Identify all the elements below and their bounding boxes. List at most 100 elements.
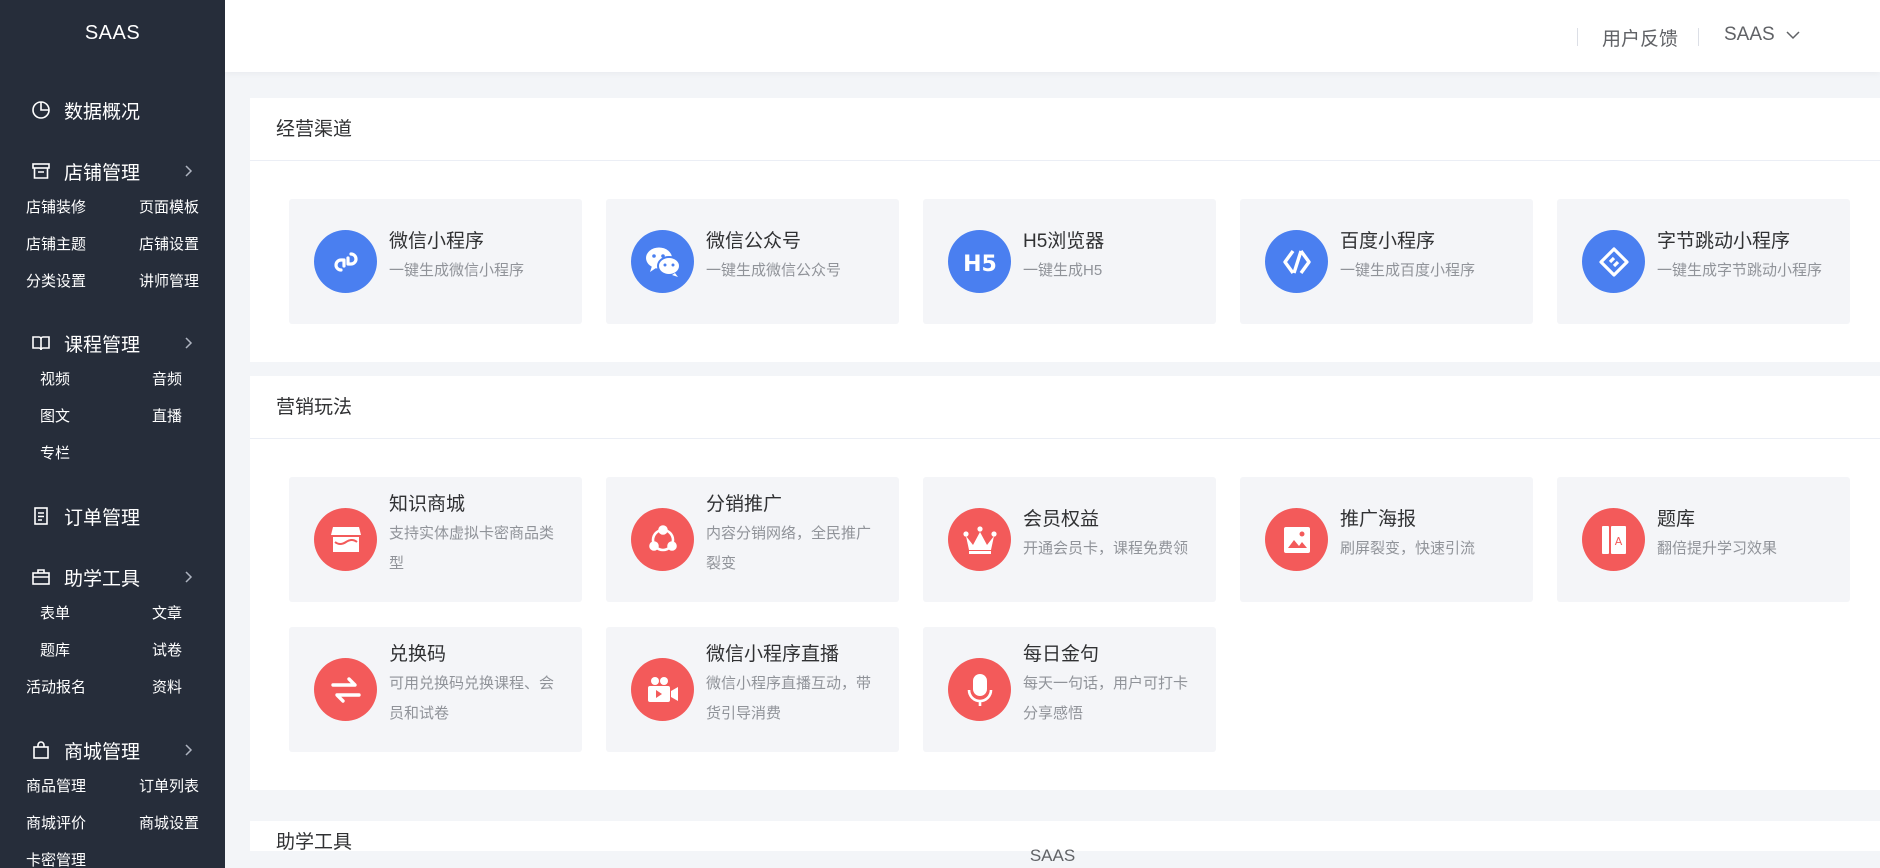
card-desc: 可用兑换码兑换课程、会员和试卷 — [389, 675, 555, 722]
account-name: SAAS — [1724, 24, 1775, 46]
card-desc: 一键生成微信公众号 — [706, 262, 842, 279]
card-title: 每日金句 — [1023, 644, 1100, 665]
chevron-right-icon — [181, 164, 195, 178]
submenu-store-settings[interactable]: 店铺设置 — [112, 226, 225, 263]
submenu-column[interactable]: 专栏 — [0, 435, 112, 472]
live-camera-icon — [631, 658, 694, 721]
submenu-card-key-management[interactable]: 卡密管理 — [0, 842, 112, 868]
card-title: 推广海报 — [1340, 509, 1417, 530]
submenu-question-bank[interactable]: 题库 — [0, 632, 112, 669]
submenu-video[interactable]: 视频 — [0, 361, 112, 398]
menu-tools: 助学工具 表单 文章 题库 试卷 活动报名 资料 — [0, 559, 225, 706]
crown-icon — [948, 508, 1011, 571]
share-icon — [631, 508, 694, 571]
menu-course: 课程管理 视频 音频 图文 直播 专栏 — [0, 325, 225, 472]
marketing-card-knowledge-store[interactable]: 知识商城 支持实体虚拟卡密商品类型 — [289, 477, 582, 602]
menu-label-overview: 数据概况 — [64, 101, 141, 123]
submenu-product-management[interactable]: 商品管理 — [0, 768, 112, 805]
menu-title-store[interactable]: 店铺管理 — [0, 153, 225, 189]
chevron-down-icon — [1786, 24, 1800, 46]
submenu-form[interactable]: 表单 — [0, 595, 112, 632]
menu-title-overview[interactable]: 数据概况 — [0, 92, 225, 128]
card-title: 知识商城 — [389, 494, 466, 515]
card-desc: 一键生成字节跳动小程序 — [1657, 262, 1823, 279]
card-desc: 微信小程序直播互动，带货引导消费 — [706, 675, 872, 722]
app-logo[interactable]: SAAS — [0, 0, 225, 66]
submenu-audio[interactable]: 音频 — [112, 361, 225, 398]
menu-title-tools[interactable]: 助学工具 — [0, 559, 225, 595]
card-title: 兑换码 — [389, 644, 447, 665]
submenu-materials[interactable]: 资料 — [112, 669, 225, 706]
header-divider — [1698, 28, 1699, 46]
card-title: H5浏览器 — [1023, 231, 1105, 252]
card-title: 题库 — [1657, 509, 1696, 530]
submenu-store-theme[interactable]: 店铺主题 — [0, 226, 112, 263]
card-title: 微信小程序直播 — [706, 644, 840, 665]
poster-icon — [1265, 508, 1328, 571]
question-bank-icon: A — [1582, 508, 1645, 571]
marketing-card-question-bank[interactable]: A 题库 翻倍提升学习效果 — [1557, 477, 1850, 602]
channel-card-wechat-official[interactable]: 微信公众号 一键生成微信公众号 — [606, 199, 899, 324]
exchange-icon — [314, 658, 377, 721]
submenu-mall-reviews[interactable]: 商城评价 — [0, 805, 112, 842]
submenu-page-template[interactable]: 页面模板 — [112, 189, 225, 226]
card-title: 微信小程序 — [389, 231, 485, 252]
channel-card-wechat-mini[interactable]: 微信小程序 一键生成微信小程序 — [289, 199, 582, 324]
submenu-category-settings[interactable]: 分类设置 — [0, 263, 112, 300]
marketing-card-mini-live[interactable]: 微信小程序直播 微信小程序直播互动，带货引导消费 — [606, 627, 899, 752]
marketing-card-distribution[interactable]: 分销推广 内容分销网络，全民推广裂变 — [606, 477, 899, 602]
submenu-event-signup[interactable]: 活动报名 — [0, 669, 112, 706]
submenu-article[interactable]: 图文 — [0, 398, 112, 435]
svg-text:H5: H5 — [963, 252, 997, 277]
briefcase-icon — [30, 566, 52, 588]
marketing-card-daily-quote[interactable]: 每日金句 每天一句话，用户可打卡分享感悟 — [923, 627, 1216, 752]
channels-panel: 经营渠道 微信小程序 一键生成微信小程序 微信公众号 一键生成微信公众号 H5 … — [250, 98, 1880, 362]
submenu-live[interactable]: 直播 — [112, 398, 225, 435]
menu-store: 店铺管理 店铺装修 页面模板 店铺主题 店铺设置 分类设置 讲师管理 — [0, 153, 225, 300]
submenu-order-list[interactable]: 订单列表 — [112, 768, 225, 805]
menu-overview[interactable]: 数据概况 — [0, 92, 225, 128]
submenu-lecturer-management[interactable]: 讲师管理 — [112, 263, 225, 300]
menu-title-course[interactable]: 课程管理 — [0, 325, 225, 361]
menu-orders: 订单管理 — [0, 498, 225, 534]
menu-title-orders[interactable]: 订单管理 — [0, 498, 225, 534]
page-footer: SAAS — [1029, 846, 1076, 865]
marketing-card-membership[interactable]: 会员权益 开通会员卡，课程免费领 — [923, 477, 1216, 602]
channel-card-baidu[interactable]: 百度小程序 一键生成百度小程序 — [1240, 199, 1533, 324]
submenu-mall-settings[interactable]: 商城设置 — [112, 805, 225, 842]
submenu-news[interactable]: 文章 — [112, 595, 225, 632]
card-desc: 支持实体虚拟卡密商品类型 — [389, 525, 555, 572]
feedback-link[interactable]: 用户反馈 — [1602, 24, 1678, 51]
svg-text:A: A — [1614, 535, 1622, 548]
card-desc: 开通会员卡，课程免费领 — [1023, 540, 1189, 557]
chevron-right-icon — [181, 743, 195, 757]
sidebar: SAAS 数据概况 店铺管理 店铺装修 页面模板 店铺主题 店铺设置 分类设置 … — [0, 0, 225, 868]
submenu-store-decoration[interactable]: 店铺装修 — [0, 189, 112, 226]
channel-card-h5[interactable]: H5 H5浏览器 一键生成H5 — [923, 199, 1216, 324]
wechat-icon — [631, 230, 694, 293]
menu-label-mall: 商城管理 — [64, 741, 141, 763]
card-desc: 刷屏裂变，快速引流 — [1340, 540, 1476, 557]
card-desc: 一键生成微信小程序 — [389, 262, 525, 279]
book-icon — [30, 332, 52, 354]
bytedance-icon — [1582, 230, 1645, 293]
marketing-card-poster[interactable]: 推广海报 刷屏裂变，快速引流 — [1240, 477, 1533, 602]
card-title: 百度小程序 — [1340, 231, 1436, 252]
microphone-icon — [948, 658, 1011, 721]
account-dropdown[interactable]: SAAS — [1724, 24, 1800, 46]
menu-title-mall[interactable]: 商城管理 — [0, 732, 225, 768]
chevron-right-icon — [181, 336, 195, 350]
card-desc: 内容分销网络，全民推广裂变 — [706, 525, 872, 572]
marketing-card-redeem-code[interactable]: 兑换码 可用兑换码兑换课程、会员和试卷 — [289, 627, 582, 752]
baidu-icon — [1265, 230, 1328, 293]
submenu-exam[interactable]: 试卷 — [112, 632, 225, 669]
store-icon — [314, 508, 377, 571]
h5-icon: H5 — [948, 230, 1011, 293]
menu-label-course: 课程管理 — [64, 334, 141, 356]
store-icon — [30, 160, 52, 182]
channel-card-bytedance[interactable]: 字节跳动小程序 一键生成字节跳动小程序 — [1557, 199, 1850, 324]
menu-label-orders: 订单管理 — [64, 507, 141, 529]
card-title: 分销推广 — [706, 494, 783, 515]
menu-label-store: 店铺管理 — [64, 162, 141, 184]
mini-program-icon — [314, 230, 377, 293]
